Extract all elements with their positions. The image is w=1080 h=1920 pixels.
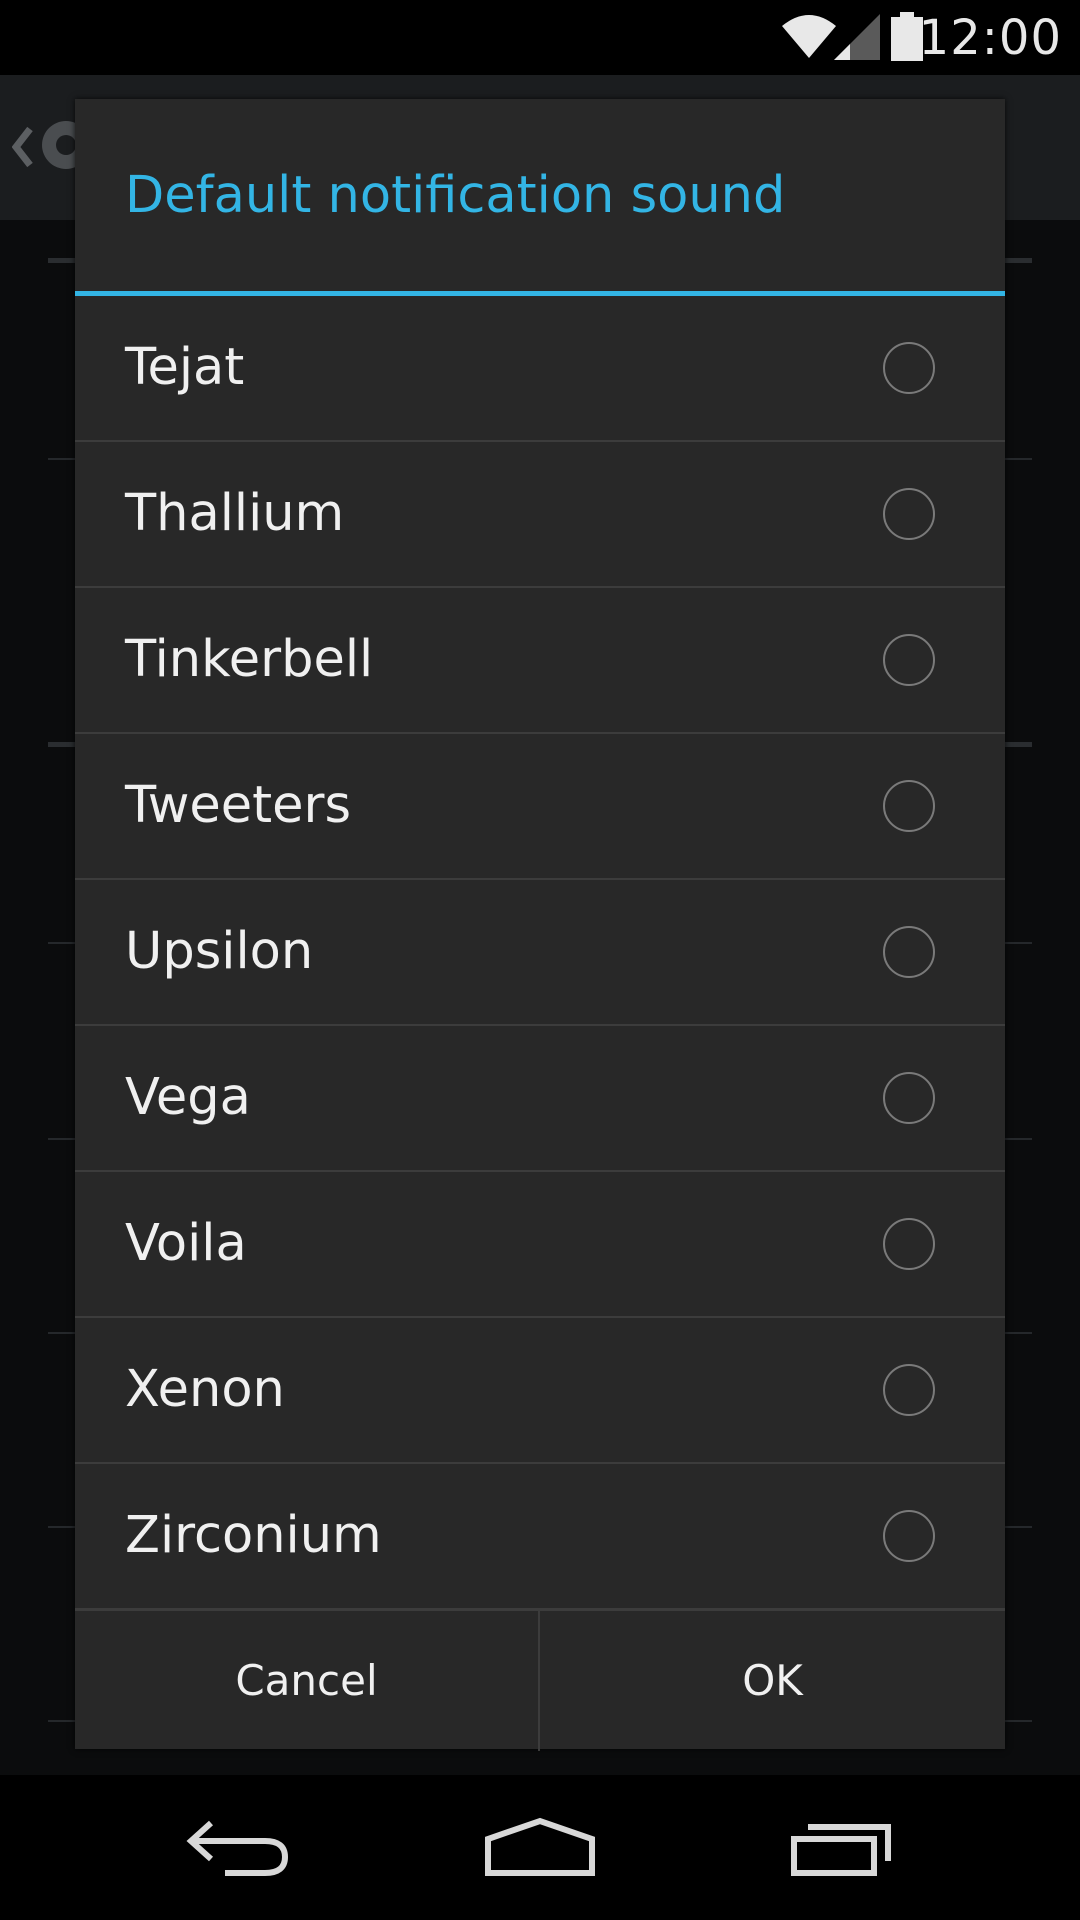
- notification-sound-dialog: Default notification sound Tejat Thalliu…: [75, 99, 1005, 1751]
- ok-button[interactable]: OK: [540, 1611, 1005, 1751]
- radio-button-icon[interactable]: [883, 488, 935, 540]
- sound-option-zirconium[interactable]: Zirconium: [75, 1464, 1005, 1610]
- sound-option-label: Tinkerbell: [125, 630, 374, 689]
- radio-button-icon[interactable]: [883, 1072, 935, 1124]
- sound-option-thallium[interactable]: Thallium: [75, 442, 1005, 588]
- signal-icon: [834, 14, 880, 60]
- sound-option-tweeters[interactable]: Tweeters: [75, 734, 1005, 880]
- sound-option-vega[interactable]: Vega: [75, 1026, 1005, 1172]
- cancel-button[interactable]: Cancel: [75, 1611, 540, 1751]
- sound-option-tejat[interactable]: Tejat: [75, 296, 1005, 442]
- dialog-button-bar: Cancel OK: [75, 1609, 1005, 1751]
- sound-option-label: Thallium: [125, 484, 345, 543]
- back-icon[interactable]: [185, 1817, 291, 1877]
- wifi-icon: [782, 15, 836, 58]
- screen: 12:00 Default notification sound Tejat T…: [0, 0, 1080, 1920]
- sound-list: Tejat Thallium Tinkerbell Tweeters Upsil…: [75, 296, 1005, 1610]
- sound-option-label: Zirconium: [125, 1506, 382, 1565]
- radio-button-icon[interactable]: [883, 342, 935, 394]
- recents-icon[interactable]: [790, 1817, 894, 1877]
- sound-option-label: Upsilon: [125, 922, 314, 981]
- status-bar: 12:00: [0, 0, 1080, 75]
- up-caret-icon: [12, 126, 33, 168]
- radio-button-icon[interactable]: [883, 926, 935, 978]
- sound-option-label: Vega: [125, 1068, 251, 1127]
- status-time: 12:00: [918, 10, 1062, 66]
- radio-button-icon[interactable]: [883, 1510, 935, 1562]
- sound-option-xenon[interactable]: Xenon: [75, 1318, 1005, 1464]
- sound-option-label: Voila: [125, 1214, 247, 1273]
- sound-option-label: Xenon: [125, 1360, 285, 1419]
- sound-option-label: Tejat: [125, 338, 245, 397]
- home-icon[interactable]: [484, 1817, 596, 1877]
- navigation-bar: [0, 1775, 1080, 1920]
- sound-option-tinkerbell[interactable]: Tinkerbell: [75, 588, 1005, 734]
- radio-button-icon[interactable]: [883, 634, 935, 686]
- dialog-title: Default notification sound: [125, 166, 786, 225]
- radio-button-icon[interactable]: [883, 780, 935, 832]
- sound-option-voila[interactable]: Voila: [75, 1172, 1005, 1318]
- sound-option-upsilon[interactable]: Upsilon: [75, 880, 1005, 1026]
- radio-button-icon[interactable]: [883, 1218, 935, 1270]
- sound-option-label: Tweeters: [125, 776, 352, 835]
- radio-button-icon[interactable]: [883, 1364, 935, 1416]
